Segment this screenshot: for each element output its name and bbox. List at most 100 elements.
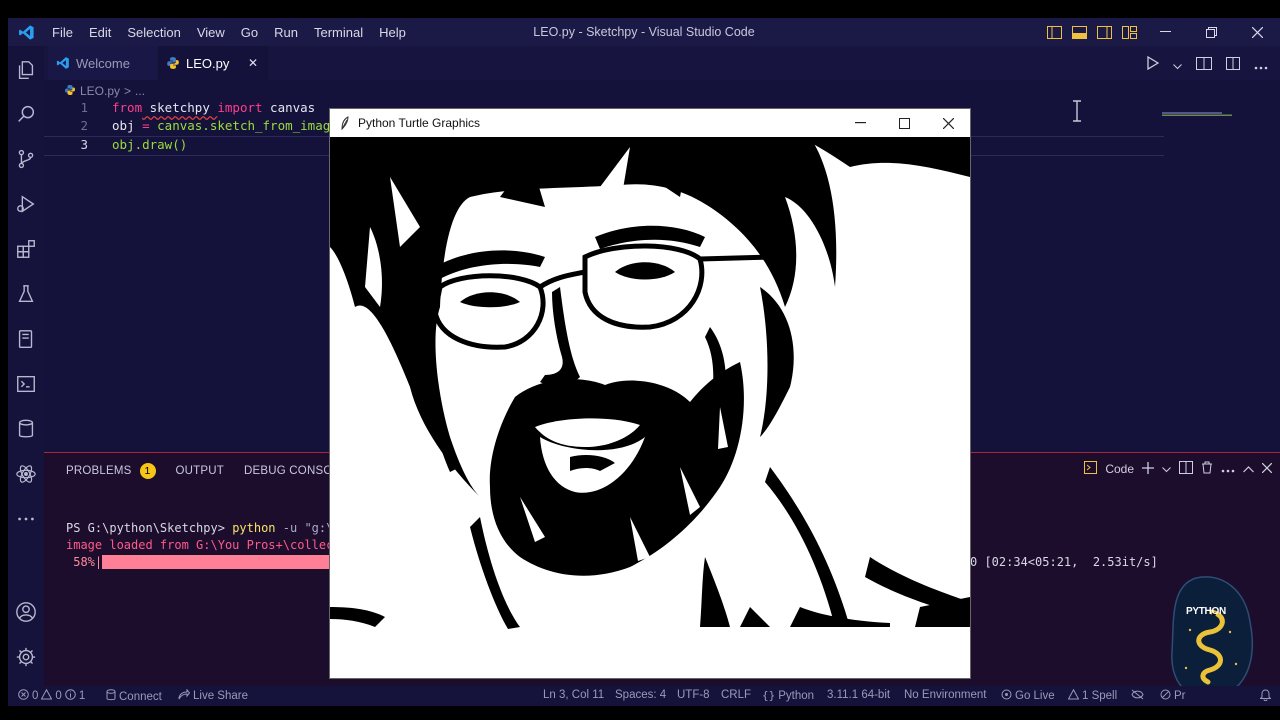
search-icon[interactable] [8, 96, 44, 132]
turtle-window-title: Python Turtle Graphics [358, 116, 481, 130]
tab-output[interactable]: OUTPUT [176, 465, 224, 477]
minimize-icon[interactable] [1142, 18, 1188, 46]
testing-icon[interactable] [8, 276, 44, 312]
tab-close-icon[interactable]: ✕ [248, 56, 258, 70]
more-icon[interactable] [8, 501, 44, 537]
progress-stats: 0 [02:34<05:21, 2.53it/s] [970, 555, 1158, 569]
chevron-down-icon[interactable] [1173, 55, 1182, 74]
chevron-down-icon[interactable] [1162, 462, 1171, 476]
cursor-position[interactable]: Ln 3, Col 11 [543, 689, 604, 701]
feather-icon [340, 116, 350, 130]
language-label: Python [778, 689, 815, 702]
live-share-status[interactable]: Live Share [178, 688, 248, 703]
restore-icon[interactable] [1188, 18, 1234, 46]
progress-bar [102, 555, 335, 569]
menu-file[interactable]: File [44, 25, 81, 40]
problems-status[interactable]: 0 0 1 [18, 688, 86, 703]
customize-layout-icon[interactable] [1117, 18, 1142, 46]
terminal-icon [1084, 461, 1098, 477]
spell-check-status[interactable]: 1 Spell [1067, 688, 1117, 703]
menu-selection[interactable]: Selection [119, 25, 188, 40]
name-token: canvas [262, 100, 316, 115]
encoding[interactable]: UTF-8 [677, 689, 710, 701]
menu-view[interactable]: View [189, 25, 233, 40]
terminal-name[interactable]: Code [1105, 462, 1134, 476]
database-icon[interactable] [8, 411, 44, 447]
kill-terminal-trash-icon[interactable] [1201, 461, 1213, 477]
terminal-view-icon[interactable] [8, 366, 44, 402]
breadcrumb-symbol[interactable]: ... [135, 84, 145, 98]
toggle-panel-icon[interactable] [1067, 18, 1092, 46]
prettier-status[interactable]: Pr [1160, 689, 1186, 703]
connect-status[interactable]: Connect [106, 689, 162, 704]
menu-help[interactable]: Help [371, 25, 414, 40]
turtle-title-bar[interactable]: Python Turtle Graphics [330, 109, 970, 137]
tab-welcome[interactable]: Welcome [48, 46, 158, 80]
tab-problems[interactable]: PROBLEMS [66, 465, 132, 477]
accounts-icon[interactable] [8, 594, 44, 630]
breadcrumb-separator: > [124, 84, 132, 98]
open-preview-icon[interactable] [1196, 55, 1212, 74]
warning-icon [1067, 688, 1080, 703]
broadcast-icon [1001, 689, 1012, 703]
remote-explorer-icon[interactable] [8, 321, 44, 357]
terminal-line-output: image loaded from G:\You Pros+\collectio [66, 538, 355, 552]
python-environment[interactable]: No Environment [904, 689, 986, 701]
more-actions-icon[interactable] [1254, 55, 1268, 74]
minimap[interactable] [1160, 102, 1270, 116]
react-icon[interactable] [8, 456, 44, 492]
tab-leo-label: LEO.py [186, 55, 230, 71]
menu-edit[interactable]: Edit [81, 25, 119, 40]
split-editor-icon[interactable] [1226, 55, 1240, 74]
vscode-window: File Edit Selection View Go Run Terminal… [8, 18, 1280, 706]
logo-text: PYTHON [1186, 606, 1226, 617]
panel-actions: Code [1084, 461, 1273, 477]
explorer-icon[interactable] [8, 52, 44, 88]
source-control-icon[interactable] [8, 141, 44, 177]
broadcast-off-icon[interactable] [1131, 689, 1144, 700]
go-live-button[interactable]: Go Live [1001, 689, 1055, 703]
prettier-label: Pr [1174, 690, 1186, 702]
indentation[interactable]: Spaces: 4 [615, 689, 666, 701]
toggle-primary-sidebar-icon[interactable] [1042, 18, 1067, 46]
turtle-maximize-icon[interactable] [882, 109, 926, 137]
python-channel-logo: PYTHON [1166, 572, 1258, 702]
info-icon [65, 689, 76, 703]
more-actions-icon[interactable] [1221, 462, 1235, 476]
turtle-canvas-sketch[interactable] [330, 137, 970, 678]
run-python-file-icon[interactable] [1145, 55, 1160, 74]
language-mode[interactable]: {} Python [762, 689, 814, 702]
live-share-label: Live Share [193, 690, 248, 702]
extensions-icon[interactable] [8, 231, 44, 267]
tab-leo-py[interactable]: LEO.py ✕ [158, 46, 268, 80]
split-terminal-icon[interactable] [1179, 461, 1193, 477]
notifications-bell-icon[interactable] [1260, 689, 1271, 701]
turtle-graphics-window[interactable]: Python Turtle Graphics [330, 109, 970, 678]
menu-terminal[interactable]: Terminal [306, 25, 371, 40]
code-text: from sketchpy import canvas [112, 100, 315, 118]
breadcrumb-file[interactable]: LEO.py [80, 84, 120, 98]
database-icon [106, 689, 116, 704]
menu-run[interactable]: Run [266, 25, 306, 40]
warning-count: 0 [55, 690, 62, 702]
turtle-minimize-icon[interactable] [838, 109, 882, 137]
run-debug-icon[interactable] [8, 186, 44, 222]
python-interpreter[interactable]: 3.11.1 64-bit [827, 689, 890, 701]
function-token: canvas.sketch_from_image [157, 118, 338, 133]
terminal-prompt: PS G:\python\Sketchpy> [66, 521, 225, 535]
close-panel-icon[interactable] [1261, 462, 1273, 476]
module-token: sketchpy [142, 100, 218, 115]
code-line: 1 from sketchpy import canvas [44, 100, 315, 118]
close-window-icon[interactable] [1234, 18, 1280, 46]
info-count: 1 [78, 690, 86, 702]
settings-gear-icon[interactable] [8, 639, 44, 675]
turtle-close-icon[interactable] [926, 109, 970, 137]
end-of-line[interactable]: CRLF [721, 689, 751, 701]
new-terminal-icon[interactable] [1142, 461, 1154, 477]
code-line: 2 obj = canvas.sketch_from_image [44, 118, 338, 136]
toggle-secondary-sidebar-icon[interactable] [1092, 18, 1117, 46]
python-file-icon [166, 56, 180, 70]
blocked-icon [1160, 689, 1171, 703]
maximize-panel-chevron-up-icon[interactable] [1243, 462, 1254, 476]
menu-go[interactable]: Go [233, 25, 266, 40]
